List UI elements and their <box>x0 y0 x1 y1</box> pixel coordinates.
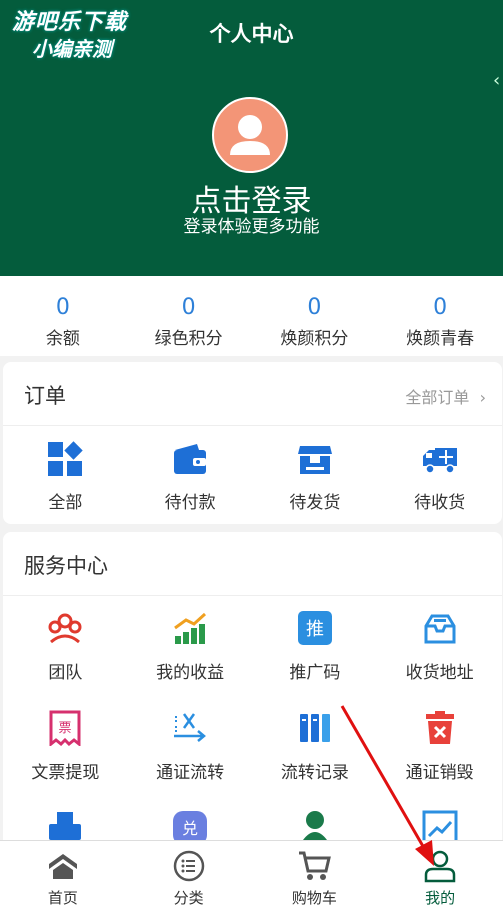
tab-home[interactable]: 首页 <box>0 841 126 909</box>
service-header: 服务中心 <box>3 532 502 596</box>
tab-profile-label: 我的 <box>425 889 456 907</box>
tab-home-label: 首页 <box>47 889 78 907</box>
stat-balance[interactable]: 0 余额 <box>0 276 126 356</box>
service-earnings-label: 我的收益 <box>156 663 225 683</box>
service-ticket-withdraw-button[interactable]: 票 文票提现 <box>3 696 128 796</box>
bottom-tab-bar: 首页 分类 购物车 我的 <box>0 840 503 909</box>
order-all-label: 全部 <box>48 493 83 513</box>
team-icon <box>48 613 82 644</box>
orders-title: 订单 <box>24 384 66 408</box>
order-to-receive-button[interactable]: 待收货 <box>377 426 502 528</box>
stat-value: 0 <box>307 295 322 320</box>
delete-icon <box>425 711 454 744</box>
service-token-transfer-button[interactable]: 通证流转 <box>128 696 253 796</box>
avatar[interactable] <box>212 97 288 173</box>
tab-category-label: 分类 <box>173 889 204 907</box>
category-icon <box>173 850 204 882</box>
order-to-ship-button[interactable]: 待发货 <box>253 426 378 528</box>
service-transfer-records-button[interactable]: 流转记录 <box>253 696 378 796</box>
orders-header: 订单 全部订单 › <box>3 362 502 426</box>
service-grid: 团队 我的收益 推 推广码 收货地址 票 文票提现 通证流转 流转记录 通证销毁… <box>3 596 502 852</box>
service-team-label: 团队 <box>48 663 83 683</box>
exchange-glyph: 兑 <box>182 819 198 838</box>
order-to-ship-label: 待发货 <box>289 493 341 513</box>
order-all-button[interactable]: 全部 <box>3 426 128 528</box>
cart-icon <box>299 851 332 880</box>
box-icon <box>297 446 332 474</box>
all-orders-link[interactable]: 全部订单 › <box>405 384 486 408</box>
service-center-card: 服务中心 团队 我的收益 推 推广码 收货地址 票 文票提现 通证流转 流转记录… <box>3 532 502 852</box>
tab-cart[interactable]: 购物车 <box>252 841 378 909</box>
tab-cart-label: 购物车 <box>291 889 337 907</box>
service-token-transfer-label: 通证流转 <box>156 763 225 783</box>
grid-icon <box>48 441 84 476</box>
order-status-grid: 全部 待付款 待发货 待收货 <box>3 426 502 528</box>
service-team-button[interactable]: 团队 <box>3 596 128 696</box>
service-address-label: 收货地址 <box>405 663 474 683</box>
service-ticket-withdraw-label: 文票提现 <box>31 763 100 783</box>
tab-profile[interactable]: 我的 <box>377 841 503 909</box>
stat-value: 0 <box>181 295 196 320</box>
page-title: 个人中心 <box>209 22 294 46</box>
chevron-right-icon: › <box>479 388 486 407</box>
truck-icon <box>422 448 457 474</box>
stat-label: 焕颜积分 <box>280 329 349 349</box>
service-address-button[interactable]: 收货地址 <box>377 596 502 696</box>
all-orders-label: 全部订单 <box>405 388 470 407</box>
stat-glow-points[interactable]: 0 焕颜积分 <box>252 276 378 356</box>
profile-header: 游吧乐下载 小编亲测 个人中心 ‹ 点击登录 登录体验更多功能 <box>0 0 503 276</box>
address-icon <box>424 614 456 644</box>
transfer-icon <box>174 713 207 742</box>
profile-icon <box>424 850 456 883</box>
order-unpaid-button[interactable]: 待付款 <box>128 426 253 528</box>
service-promo-code-button[interactable]: 推 推广码 <box>253 596 378 696</box>
wallet-icon <box>174 444 207 474</box>
order-to-receive-label: 待收货 <box>414 493 466 513</box>
stat-label: 余额 <box>45 329 80 349</box>
stat-value: 0 <box>433 295 448 320</box>
promo-glyph: 推 <box>306 619 324 640</box>
chevron-left-icon[interactable]: ‹ <box>493 70 503 92</box>
records-icon <box>299 714 330 742</box>
login-subtitle: 登录体验更多功能 <box>183 217 320 237</box>
service-transfer-records-label: 流转记录 <box>280 763 349 783</box>
service-token-destroy-label: 通证销毁 <box>405 763 474 783</box>
ticket-glyph: 票 <box>59 721 72 736</box>
stat-green-points[interactable]: 0 绿色积分 <box>126 276 252 356</box>
account-stats: 0 余额 0 绿色积分 0 焕颜积分 0 焕颜青春 <box>0 276 503 356</box>
home-icon <box>48 854 77 879</box>
stat-glow-youth[interactable]: 0 焕颜青春 <box>377 276 503 356</box>
service-token-destroy-button[interactable]: 通证销毁 <box>377 696 502 796</box>
service-earnings-button[interactable]: 我的收益 <box>128 596 253 696</box>
chart-icon <box>174 612 207 644</box>
order-unpaid-label: 待付款 <box>164 493 216 513</box>
promo-code-icon: 推 <box>297 611 332 645</box>
stat-value: 0 <box>55 295 70 320</box>
stat-label: 焕颜青春 <box>406 329 475 349</box>
ticket-icon: 票 <box>49 710 81 746</box>
stat-label: 绿色积分 <box>154 329 223 349</box>
service-promo-code-label: 推广码 <box>289 663 341 683</box>
orders-card: 订单 全部订单 › 全部 待付款 待发货 待收货 <box>3 362 502 524</box>
tab-category[interactable]: 分类 <box>126 841 252 909</box>
service-title: 服务中心 <box>24 554 108 578</box>
